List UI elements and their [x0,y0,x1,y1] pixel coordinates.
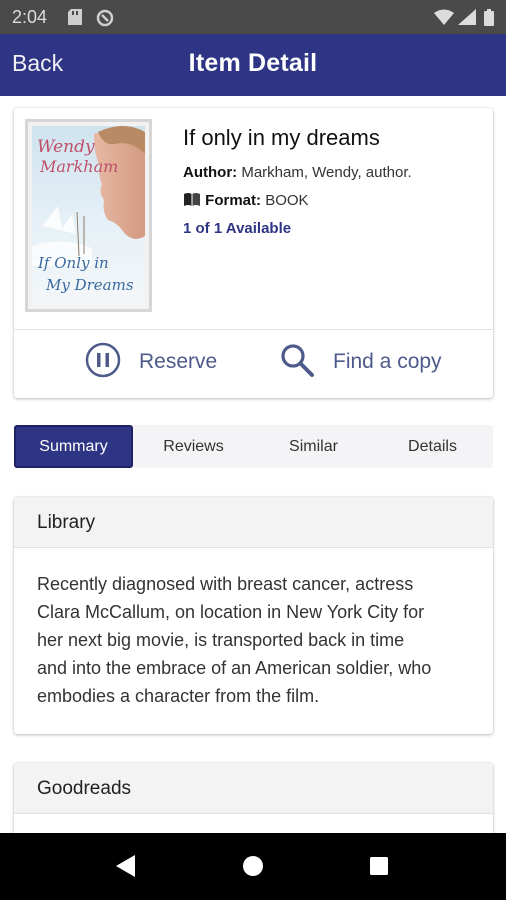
reserve-button[interactable]: Reserve [85,340,217,384]
book-cover-image: Wendy Markham If Only in My Dreams [32,126,145,305]
system-nav-bar [0,833,506,900]
nav-home-icon[interactable] [242,855,264,882]
summary-line: Recently diagnosed with breast cancer, a… [37,574,414,594]
summary-line: her next big movie, is transported back … [37,630,405,650]
page-title: Item Detail [188,49,318,77]
library-heading: Library [14,497,493,548]
sd-card-icon [68,9,82,30]
cover-title-line1: If Only in [37,254,109,272]
cover-image-frame[interactable]: Wendy Markham If Only in My Dreams [25,119,152,312]
summary-line: embodies a character from the film. [37,686,320,706]
library-summary-text: Recently diagnosed with breast cancer, a… [14,548,493,710]
signal-icon [458,9,476,30]
find-copy-button[interactable]: Find a copy [279,340,442,384]
cover-title-line2: My Dreams [45,276,134,294]
summary-line: and into the embrace of an American sold… [37,658,432,678]
goodreads-heading: Goodreads [14,763,493,814]
find-copy-label: Find a copy [333,350,442,373]
nav-recents-icon[interactable] [369,856,389,881]
card-divider [14,329,493,330]
battery-icon [484,9,494,31]
item-title: If only in my dreams [183,125,380,150]
tab-similar[interactable]: Similar [254,425,373,468]
library-summary-card: Library Recently diagnosed with breast c… [14,497,493,734]
format-label: Format: [205,192,262,209]
data-saver-icon [96,9,114,32]
search-icon [279,342,315,383]
author-value: Markham, Wendy, author. [241,164,412,181]
author-row: Author: Markham, Wendy, author. [183,164,412,181]
author-label: Author: [183,164,238,181]
detail-tabs: Summary Reviews Similar Details [14,425,493,468]
reserve-label: Reserve [139,350,218,373]
pause-circle-icon [85,342,121,383]
status-time: 2:04 [12,7,48,27]
summary-line: Clara McCallum, on location in New York … [37,602,425,622]
item-card: Wendy Markham If Only in My Dreams If on… [14,108,493,398]
format-row: Format: BOOK [183,192,309,211]
tab-reviews[interactable]: Reviews [134,425,253,468]
tab-details[interactable]: Details [373,425,492,468]
availability-link[interactable]: 1 of 1 Available [183,220,291,237]
cover-author-line1: Wendy [37,137,95,157]
tab-summary[interactable]: Summary [14,425,133,468]
format-value: BOOK [265,192,309,209]
status-bar: 2:04 [0,0,506,34]
nav-back-icon[interactable] [113,853,137,884]
cover-author-line2: Markham [39,157,118,176]
wifi-icon [434,9,454,30]
app-bar: Back Item Detail [0,34,506,96]
book-icon [183,192,201,211]
